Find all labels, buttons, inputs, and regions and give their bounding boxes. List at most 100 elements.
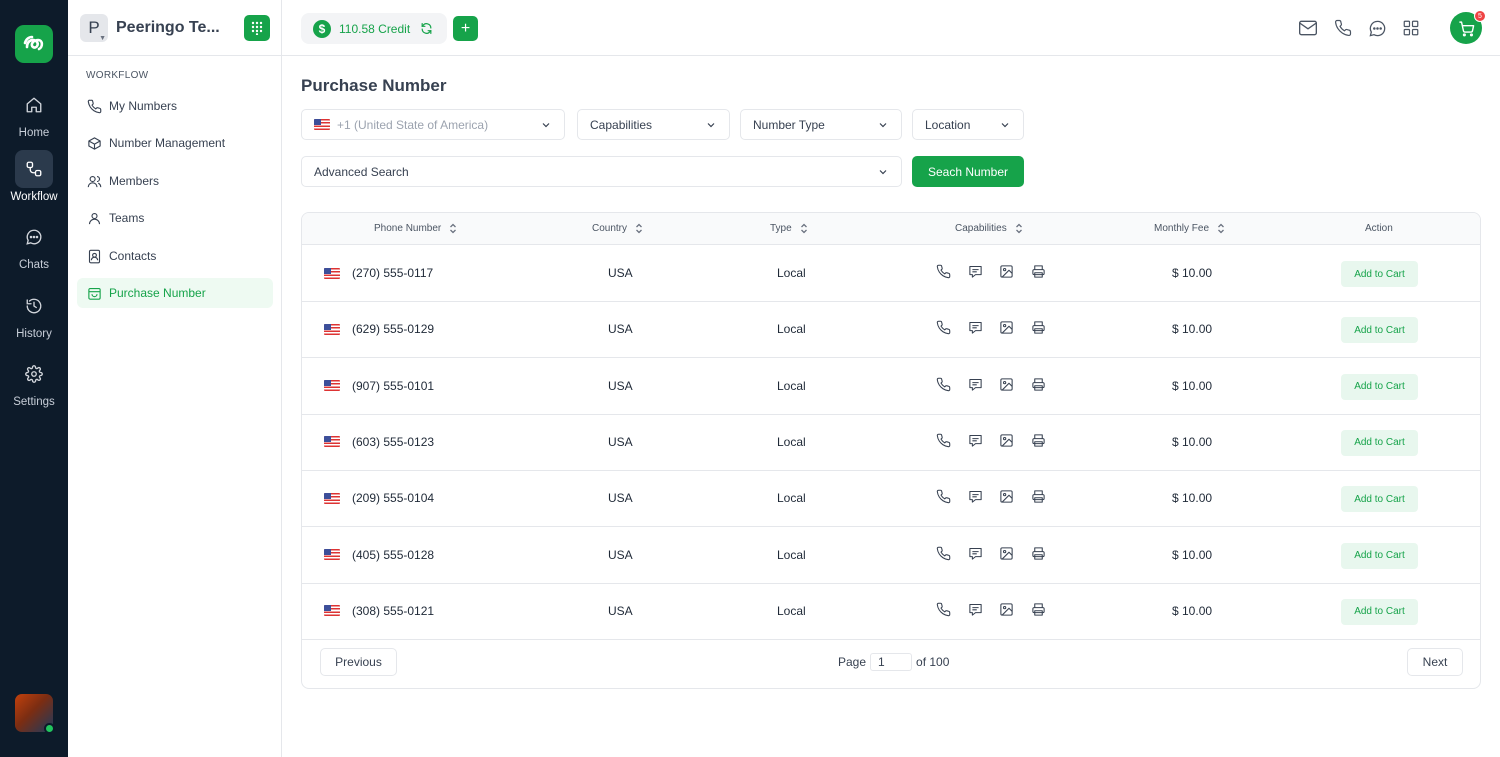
avatar[interactable]: [15, 694, 55, 734]
table-row: (405) 555-0128 USA Local $ 10.00 Add to Cart: [302, 528, 1480, 584]
type-cell: Local: [777, 322, 806, 337]
country-cell: USA: [608, 603, 633, 618]
workspace-switcher[interactable]: P ▼: [80, 14, 108, 42]
phone-number: (603) 555-0123: [352, 434, 435, 449]
page-number-input[interactable]: [870, 653, 913, 671]
rail-label: Workflow: [10, 191, 58, 203]
us-flag-icon: [324, 380, 340, 392]
country-cell: USA: [608, 547, 633, 562]
credit-balance[interactable]: $ 110.58 Credit: [301, 13, 447, 44]
country-select[interactable]: +1 (United State of America): [301, 109, 565, 140]
sidebar-item-purchase-number[interactable]: Purchase Number: [77, 278, 273, 308]
number-type-select[interactable]: Number Type: [740, 109, 902, 140]
location-select[interactable]: Location: [912, 109, 1024, 140]
chevron-down-icon: [542, 123, 550, 128]
cart-count-badge: 5: [1474, 10, 1486, 22]
rail-item-settings[interactable]: Settings: [0, 355, 68, 408]
number-type-select-value: Number Type: [753, 117, 825, 132]
phone-icon[interactable]: [1332, 17, 1354, 39]
column-header-type[interactable]: Type: [770, 223, 808, 234]
us-flag-icon: [324, 267, 340, 279]
mms-icon: [999, 377, 1031, 392]
sidebar-item-teams[interactable]: Teams: [77, 203, 273, 233]
table-row: (629) 555-0129 USA Local $ 10.00 Add to Cart: [302, 302, 1480, 359]
capabilities-cell: [936, 377, 1062, 392]
table-row: (308) 555-0121 USA Local $ 10.00 Add to Cart: [302, 584, 1480, 640]
chevron-down-icon: [1001, 123, 1009, 128]
add-to-cart-button[interactable]: Add to Cart: [1341, 261, 1418, 287]
add-to-cart-button[interactable]: Add to Cart: [1341, 542, 1418, 569]
country-cell: USA: [608, 491, 633, 506]
app-logo[interactable]: [15, 25, 53, 63]
capabilities-select[interactable]: Capabilities: [577, 109, 730, 140]
rail-item-home[interactable]: Home: [0, 86, 68, 139]
monthly-fee-cell: $ 10.00: [1172, 322, 1213, 337]
fax-icon: [1031, 546, 1063, 561]
us-flag-icon: [314, 119, 330, 130]
sidebar-item-contacts[interactable]: Contacts: [77, 241, 273, 271]
column-label: Country: [592, 223, 628, 234]
mms-icon: [999, 546, 1031, 561]
capabilities-select-value: Capabilities: [590, 117, 653, 132]
apps-grid-icon[interactable]: [1400, 17, 1422, 39]
table-row: (270) 555-0117 USA Local $ 10.00 Add to Cart: [302, 246, 1480, 302]
cube-icon: [88, 136, 101, 150]
capabilities-cell: [936, 320, 1062, 335]
monthly-fee-cell: $ 10.00: [1172, 547, 1213, 562]
sidebar-item-members[interactable]: Members: [77, 166, 273, 196]
add-to-cart-button[interactable]: Add to Cart: [1341, 486, 1418, 513]
rail-label: Settings: [13, 396, 55, 408]
phone-number: (209) 555-0104: [352, 491, 435, 506]
sms-icon: [968, 433, 1000, 448]
add-to-cart-button[interactable]: Add to Cart: [1341, 373, 1418, 400]
sidebar-item-my-numbers[interactable]: My Numbers: [77, 91, 273, 121]
mail-icon[interactable]: [1297, 17, 1319, 39]
add-credit-button[interactable]: +: [453, 16, 478, 41]
sidebar-item-label: Teams: [109, 211, 145, 225]
sms-icon: [968, 377, 1000, 392]
chevron-down-icon: [707, 123, 715, 128]
dialpad-button[interactable]: [244, 15, 270, 41]
type-cell: Local: [777, 434, 806, 449]
type-cell: Local: [777, 378, 806, 393]
rail-item-chats[interactable]: Chats: [0, 218, 68, 271]
add-to-cart-button[interactable]: Add to Cart: [1341, 317, 1418, 344]
sidebar-item-label: My Numbers: [109, 99, 178, 113]
column-header-country[interactable]: Country: [592, 223, 643, 234]
cart-button[interactable]: 5: [1450, 10, 1486, 44]
rail-item-workflow[interactable]: Workflow: [0, 150, 68, 203]
column-label: Action: [1365, 223, 1393, 234]
chevron-down-icon: ▼: [99, 35, 106, 42]
search-number-button[interactable]: Seach Number: [912, 156, 1024, 187]
sidebar-item-label: Number Management: [109, 136, 226, 150]
previous-page-button[interactable]: Previous: [320, 648, 397, 676]
us-flag-icon: [324, 436, 340, 448]
workspace-header: P ▼ Peeringo Te...: [68, 0, 281, 56]
sidebar-item-label: Contacts: [109, 249, 157, 263]
advanced-search-select[interactable]: Advanced Search: [301, 156, 902, 187]
fax-icon: [1031, 377, 1063, 392]
column-label: Type: [770, 223, 792, 234]
sidebar-item-number-management[interactable]: Number Management: [77, 128, 273, 158]
add-to-cart-button[interactable]: Add to Cart: [1341, 429, 1418, 456]
sort-icon: [800, 223, 808, 234]
column-header-monthly-fee[interactable]: Monthly Fee: [1154, 223, 1225, 234]
type-cell: Local: [777, 266, 806, 280]
rail-label: History: [16, 328, 52, 340]
phone-icon: [936, 602, 968, 617]
chat-icon[interactable]: [1366, 17, 1388, 39]
rail-item-history[interactable]: History: [0, 287, 68, 340]
sidebar-item-label: Purchase Number: [109, 286, 206, 300]
column-header-phone[interactable]: Phone Number: [374, 223, 457, 234]
country-cell: USA: [608, 322, 633, 337]
cart-icon: [1458, 20, 1474, 36]
sort-icon: [1015, 223, 1023, 234]
chevron-down-icon: [879, 123, 887, 128]
column-header-capabilities[interactable]: Capabilities: [955, 223, 1023, 234]
fax-icon: [1031, 489, 1063, 504]
page-indicator: Page of 100: [838, 653, 949, 671]
column-label: Phone Number: [374, 223, 442, 234]
refresh-icon[interactable]: [420, 22, 433, 35]
next-page-button[interactable]: Next: [1407, 648, 1463, 676]
add-to-cart-button[interactable]: Add to Cart: [1341, 598, 1418, 625]
